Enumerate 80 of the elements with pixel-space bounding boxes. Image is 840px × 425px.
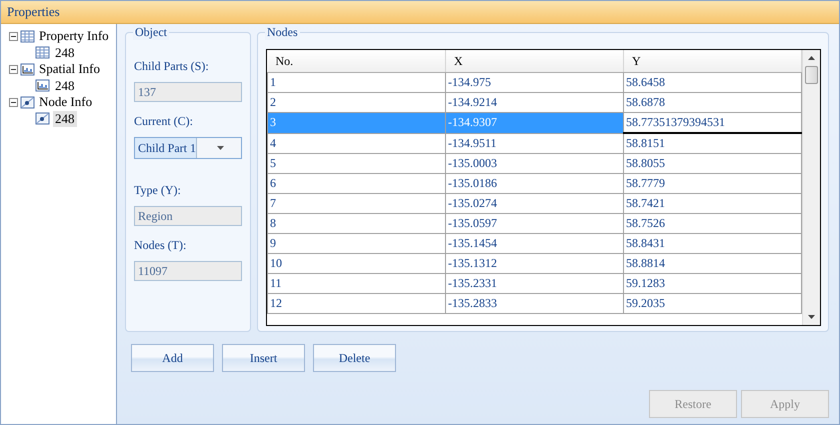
- table-row[interactable]: 5 -135.0003 58.8055: [268, 154, 802, 174]
- tree-item[interactable]: Spatial Info: [37, 61, 102, 77]
- dropdown[interactable]: Child Part 1: [134, 137, 242, 159]
- column-header[interactable]: Y: [624, 50, 802, 72]
- scrollbar[interactable]: [802, 50, 820, 325]
- table-cell: 6: [268, 174, 446, 194]
- field-label: Child Parts (S):: [134, 59, 210, 75]
- table-cell: 58.7779: [624, 174, 802, 194]
- table-cell: 8: [268, 214, 446, 234]
- table-row[interactable]: 11 -135.2331 59.1283: [268, 274, 802, 294]
- table-cell: 1: [268, 72, 446, 92]
- tree-item[interactable]: Property Info: [37, 28, 111, 44]
- table-cell: -134.9511: [446, 133, 624, 154]
- table-cell: 59.1283: [624, 274, 802, 294]
- table-row[interactable]: 7 -135.0274 58.7421: [268, 194, 802, 214]
- field-label: Type (Y):: [134, 183, 182, 199]
- collapse-toggle[interactable]: [9, 98, 18, 106]
- scroll-thumb[interactable]: [805, 66, 818, 84]
- table-row[interactable]: 3 -134.9307 58.77351379394531: [268, 112, 802, 133]
- table-icon: [35, 45, 50, 60]
- readonly-field: Region: [134, 206, 242, 226]
- tree-item[interactable]: 248: [53, 110, 76, 126]
- tree-item[interactable]: 248: [53, 44, 76, 60]
- field-label: Current (C):: [134, 114, 194, 130]
- table-cell: 58.8814: [624, 254, 802, 274]
- grid-action-button[interactable]: Delete: [313, 344, 396, 372]
- table-row[interactable]: 1 -134.975 58.6458: [268, 72, 802, 92]
- table-cell: -135.0597: [446, 214, 624, 234]
- readonly-field: 11097: [134, 261, 242, 281]
- column-header[interactable]: No.: [268, 50, 446, 72]
- table-cell: 58.8151: [624, 133, 802, 154]
- collapse-toggle[interactable]: [9, 32, 18, 40]
- table-cell: 4: [268, 133, 446, 154]
- table-cell: 10: [268, 254, 446, 274]
- table-cell: -134.9307: [446, 112, 624, 133]
- table-row[interactable]: 9 -135.1454 58.8431: [268, 234, 802, 254]
- table-cell: 11: [268, 274, 446, 294]
- table-cell: 58.7421: [624, 194, 802, 214]
- table-row[interactable]: 8 -135.0597 58.7526: [268, 214, 802, 234]
- table-row[interactable]: 6 -135.0186 58.7779: [268, 174, 802, 194]
- table-cell: -135.1312: [446, 254, 624, 274]
- table-cell: -135.1454: [446, 234, 624, 254]
- table-row[interactable]: 12 -135.2833 59.2035: [268, 294, 802, 314]
- group-title: Object: [133, 25, 169, 40]
- readonly-field: 137: [134, 82, 242, 102]
- table-cell: 7: [268, 194, 446, 214]
- group-title: Nodes: [265, 25, 300, 40]
- field-label: Nodes (T):: [134, 238, 188, 254]
- table-icon: [20, 28, 35, 44]
- table-cell: 9: [268, 234, 446, 254]
- scroll-up-icon[interactable]: [808, 56, 815, 60]
- table-cell: -135.2331: [446, 274, 624, 294]
- table-cell: 58.7526: [624, 214, 802, 234]
- node-icon: [35, 111, 50, 126]
- table-row[interactable]: 4 -134.9511 58.8151: [268, 133, 802, 154]
- table-cell: 59.2035: [624, 294, 802, 314]
- grid-action-button[interactable]: Add: [131, 344, 214, 372]
- caret-icon: [217, 146, 224, 150]
- node-icon: [20, 94, 35, 110]
- column-header[interactable]: X: [446, 50, 624, 72]
- window-title: Properties: [1, 1, 839, 24]
- table-cell: 58.6458: [624, 72, 802, 92]
- collapse-toggle[interactable]: [9, 64, 18, 74]
- table-row[interactable]: 10 -135.1312 58.8814: [268, 254, 802, 274]
- table-cell: 58.8431: [624, 234, 802, 254]
- table-cell: -134.975: [446, 72, 624, 92]
- table-cell: 3: [268, 112, 446, 133]
- table-cell: -135.0186: [446, 174, 624, 194]
- chart-icon: [35, 78, 50, 93]
- tree-item[interactable]: Node Info: [37, 94, 94, 110]
- tree-item[interactable]: 248: [53, 78, 76, 94]
- scroll-down-icon[interactable]: [808, 315, 815, 319]
- chart-icon: [20, 62, 35, 76]
- table-cell: 5: [268, 154, 446, 174]
- table-cell: 58.8055: [624, 154, 802, 174]
- table-cell: -135.0274: [446, 194, 624, 214]
- table-cell: 12: [268, 294, 446, 314]
- table-cell: -135.2833: [446, 294, 624, 314]
- table-cell: -135.0003: [446, 154, 624, 174]
- grid-action-button[interactable]: Insert: [222, 344, 305, 372]
